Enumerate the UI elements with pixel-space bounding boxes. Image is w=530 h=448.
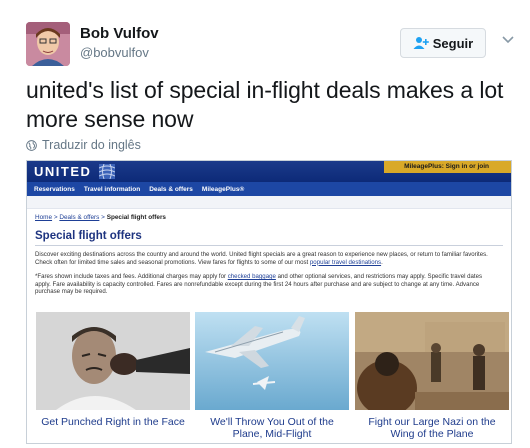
united-globe-icon — [99, 164, 115, 179]
chevron-down-icon — [502, 36, 514, 44]
nav-reservations[interactable]: Reservations — [34, 186, 75, 193]
disclaimer-text-a: *Fares shown include taxes and fees. Add… — [35, 273, 227, 280]
heading-divider — [35, 245, 503, 246]
breadcrumb-current: Special flight offers — [106, 214, 166, 221]
name-block: Bob Vulfov @bobvulfov — [80, 24, 159, 62]
breadcrumb-sep: > — [53, 214, 58, 221]
offer-image-wing[interactable] — [355, 312, 509, 410]
translate-link[interactable]: Traduzir do inglês — [26, 138, 141, 152]
follow-label: Seguir — [432, 35, 474, 51]
user-handle[interactable]: @bobvulfov — [80, 44, 159, 62]
mileageplus-signin[interactable]: MileagePlus: Sign in or join — [384, 161, 511, 173]
punch-photo — [36, 312, 190, 410]
offer-card[interactable]: Fight our Large Nazi on the Wing of the … — [355, 312, 509, 440]
popular-destinations-link[interactable]: popular travel destinations — [310, 259, 381, 266]
more-options[interactable] — [500, 32, 516, 48]
united-nav: Reservations Travel information Deals & … — [27, 182, 511, 196]
breadcrumb-deals[interactable]: Deals & offers — [59, 214, 99, 221]
wing-fight-photo — [355, 312, 509, 410]
nav-deals-offers[interactable]: Deals & offers — [149, 186, 193, 193]
offer-image-plane[interactable] — [195, 312, 349, 410]
nav-mileageplus[interactable]: MileagePlus® — [202, 186, 244, 193]
nav-travel-information[interactable]: Travel information — [84, 186, 140, 193]
avatar[interactable] — [26, 22, 70, 66]
globe-icon — [26, 139, 37, 151]
plane-photo — [195, 312, 349, 410]
add-user-icon — [413, 37, 429, 49]
united-header: UNITED MileagePlus: Sign in or join — [27, 161, 511, 182]
offer-caption[interactable]: Fight our Large Nazi on the Wing of the … — [355, 416, 509, 440]
breadcrumb: Home > Deals & offers > Special flight o… — [35, 214, 166, 221]
intro-paragraph: Discover exciting destinations across th… — [35, 251, 488, 266]
united-subnav — [27, 196, 511, 209]
offer-image-punch[interactable] — [36, 312, 190, 410]
united-logo: UNITED — [34, 164, 92, 179]
translate-label: Traduzir do inglês — [42, 138, 141, 152]
checked-baggage-link[interactable]: checked baggage — [228, 273, 276, 280]
offer-caption[interactable]: Get Punched Right in the Face — [36, 416, 190, 428]
tweet-header: Bob Vulfov @bobvulfov Seguir — [26, 22, 516, 70]
breadcrumb-sep: > — [101, 214, 105, 221]
fare-disclaimer: *Fares shown include taxes and fees. Add… — [35, 273, 499, 296]
tweet-text: united's list of special in-flight deals… — [26, 77, 504, 132]
offer-caption[interactable]: We'll Throw You Out of the Plane, Mid-Fl… — [195, 416, 349, 440]
page-title: Special flight offers — [35, 230, 142, 242]
display-name[interactable]: Bob Vulfov — [80, 24, 159, 44]
avatar-image — [26, 22, 70, 66]
offer-card[interactable]: Get Punched Right in the Face — [36, 312, 190, 428]
offer-card[interactable]: We'll Throw You Out of the Plane, Mid-Fl… — [195, 312, 349, 440]
tweet-media[interactable]: UNITED MileagePlus: Sign in or join Rese… — [26, 160, 512, 444]
breadcrumb-home[interactable]: Home — [35, 214, 52, 221]
intro-text: Discover exciting destinations across th… — [35, 251, 488, 266]
follow-button[interactable]: Seguir — [400, 28, 486, 58]
